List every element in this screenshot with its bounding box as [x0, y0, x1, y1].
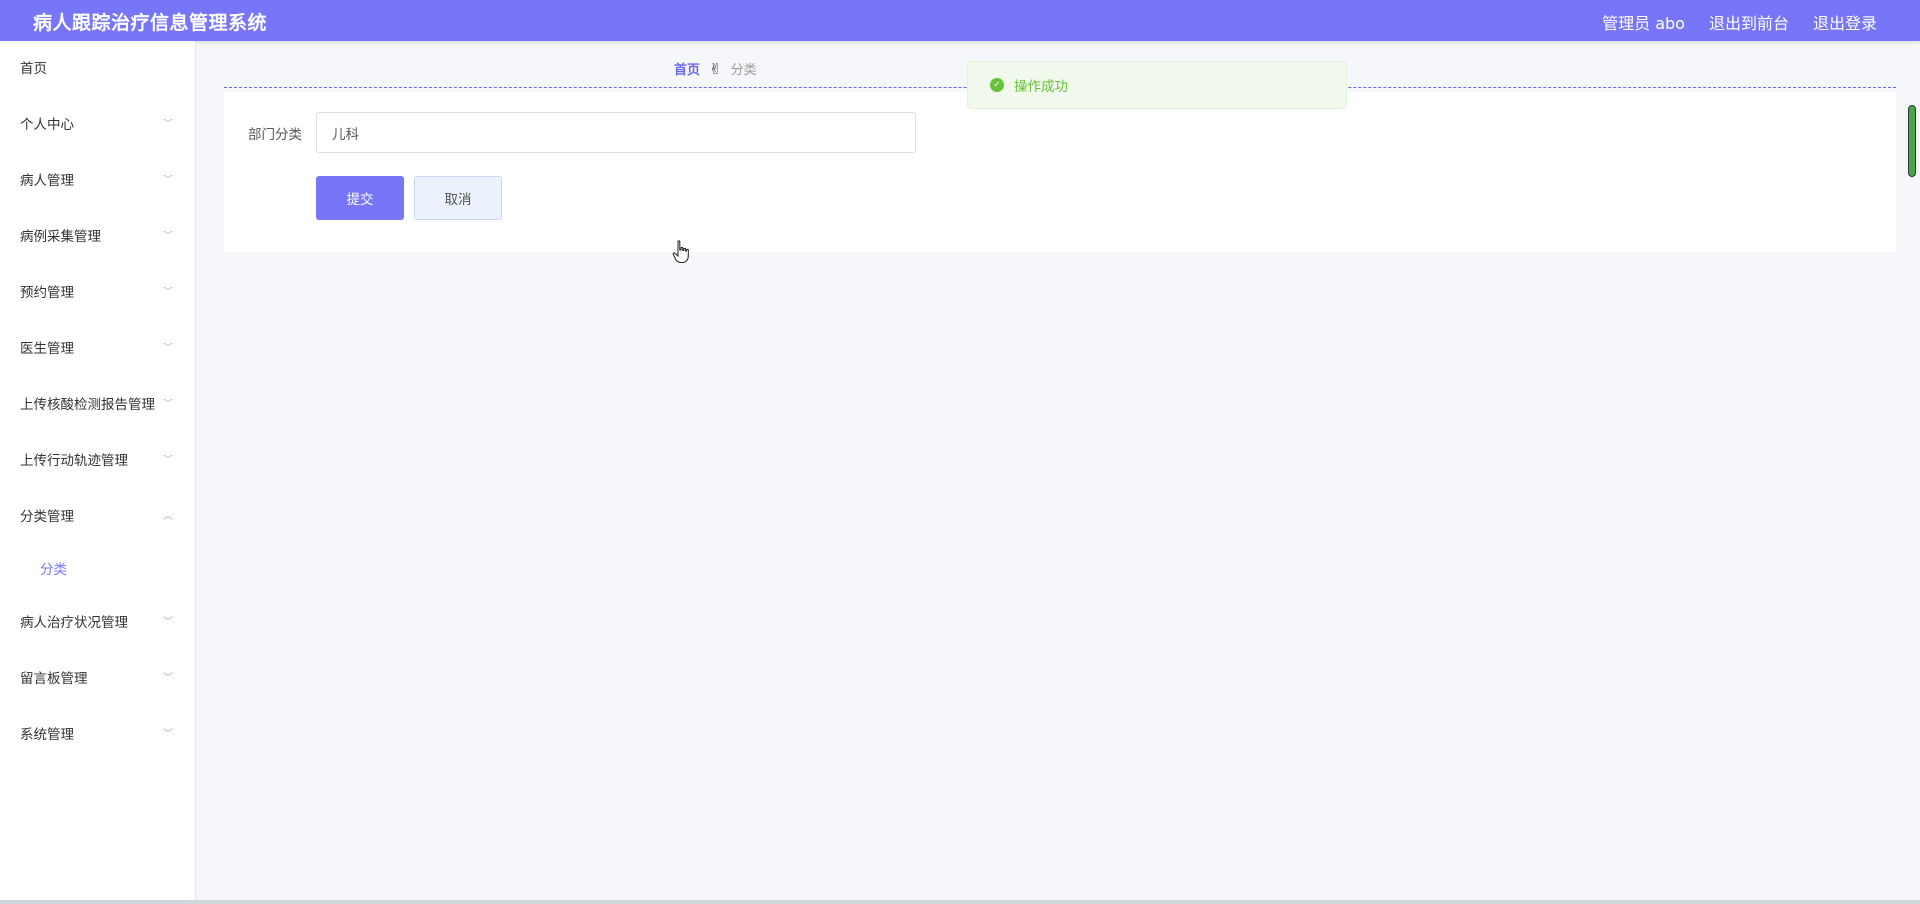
- app-title: 病人跟踪治疗信息管理系统: [33, 12, 268, 34]
- breadcrumb: 首页 ✌ 分类: [674, 59, 757, 79]
- chevron-down-icon: ﹀: [163, 287, 173, 298]
- sidebar-subitem-category[interactable]: 分类: [0, 545, 195, 595]
- chevron-up-icon: ︿: [163, 511, 173, 522]
- department-label: 部门分类: [248, 127, 302, 143]
- sidebar-item-case-collection[interactable]: 病例采集管理 ﹀: [0, 209, 195, 265]
- sidebar-item-label: 病例采集管理: [20, 229, 101, 245]
- user-label: 管理员 abo: [1602, 14, 1685, 33]
- breadcrumb-current: 分类: [730, 63, 757, 78]
- top-bar: 病人跟踪治疗信息管理系统 管理员 abo 退出到前台 退出登录: [0, 0, 1920, 41]
- sidebar-item-label: 上传核酸检测报告管理: [20, 397, 155, 413]
- sidebar-item-category-management[interactable]: 分类管理 ︿: [0, 489, 195, 545]
- chevron-down-icon: ﹀: [163, 455, 173, 466]
- check-circle-icon: ✓: [990, 78, 1004, 92]
- sidebar-item-label: 病人管理: [20, 173, 74, 189]
- chevron-down-icon: ﹀: [163, 119, 173, 130]
- chevron-down-icon: ﹀: [163, 399, 173, 410]
- sidebar-item-label: 预约管理: [20, 285, 74, 301]
- sidebar-item-treatment-status[interactable]: 病人治疗状况管理 ﹀: [0, 595, 195, 651]
- chevron-down-icon: ﹀: [163, 175, 173, 186]
- chevron-down-icon: ﹀: [163, 617, 173, 628]
- sidebar-item-label: 系统管理: [20, 727, 74, 743]
- scrollbar-thumb[interactable]: [1908, 105, 1916, 177]
- sidebar-item-appointment[interactable]: 预约管理 ﹀: [0, 265, 195, 321]
- logout-link[interactable]: 退出登录: [1813, 10, 1877, 34]
- main-content: 首页 ✌ 分类 部门分类 提交 取消 ✓ 操作成功: [197, 41, 1920, 904]
- sidebar-item-home[interactable]: 首页: [0, 41, 195, 97]
- sidebar-item-label: 分类管理: [20, 509, 74, 525]
- sidebar-item-patient-management[interactable]: 病人管理 ﹀: [0, 153, 195, 209]
- breadcrumb-home[interactable]: 首页: [674, 59, 700, 78]
- chevron-down-icon: ﹀: [163, 729, 173, 740]
- chevron-down-icon: ﹀: [163, 231, 173, 242]
- sidebar-item-doctor[interactable]: 医生管理 ﹀: [0, 321, 195, 377]
- sidebar-menu: 首页 个人中心 ﹀ 病人管理 ﹀ 病例采集管理 ﹀ 预约管理 ﹀ 医生管理 ﹀ 上传核酸检…: [0, 41, 196, 904]
- sidebar-item-message-board[interactable]: 留言板管理 ﹀: [0, 651, 195, 707]
- top-links: 管理员 abo 退出到前台 退出登录: [1602, 10, 1877, 34]
- sidebar-subitem-label: 分类: [40, 562, 67, 578]
- sidebar-item-nucleic-report[interactable]: 上传核酸检测报告管理 ﹀: [0, 377, 195, 433]
- chevron-down-icon: ﹀: [163, 343, 173, 354]
- success-toast: ✓ 操作成功: [967, 61, 1347, 109]
- sidebar-item-personal-center[interactable]: 个人中心 ﹀: [0, 97, 195, 153]
- chevron-down-icon: ﹀: [163, 673, 173, 684]
- toast-message: 操作成功: [1014, 79, 1068, 95]
- sidebar-item-label: 个人中心: [20, 117, 74, 133]
- sidebar-item-label: 病人治疗状况管理: [20, 615, 128, 631]
- sidebar-item-label: 医生管理: [20, 341, 74, 357]
- sidebar-item-label: 上传行动轨迹管理: [20, 453, 128, 469]
- hand-cursor-icon: [672, 240, 689, 263]
- victory-hand-icon: ✌: [709, 59, 722, 78]
- department-input[interactable]: [316, 112, 916, 153]
- to-frontend-link[interactable]: 退出到前台: [1709, 10, 1789, 34]
- submit-button[interactable]: 提交: [316, 176, 404, 220]
- sidebar-item-trajectory[interactable]: 上传行动轨迹管理 ﹀: [0, 433, 195, 489]
- cancel-button[interactable]: 取消: [414, 176, 502, 220]
- category-form: 部门分类 提交 取消: [224, 92, 1896, 252]
- sidebar-item-label: 首页: [20, 61, 47, 77]
- bottom-border: [0, 900, 1920, 904]
- sidebar-item-label: 留言板管理: [20, 671, 88, 687]
- sidebar-item-system[interactable]: 系统管理 ﹀: [0, 707, 195, 763]
